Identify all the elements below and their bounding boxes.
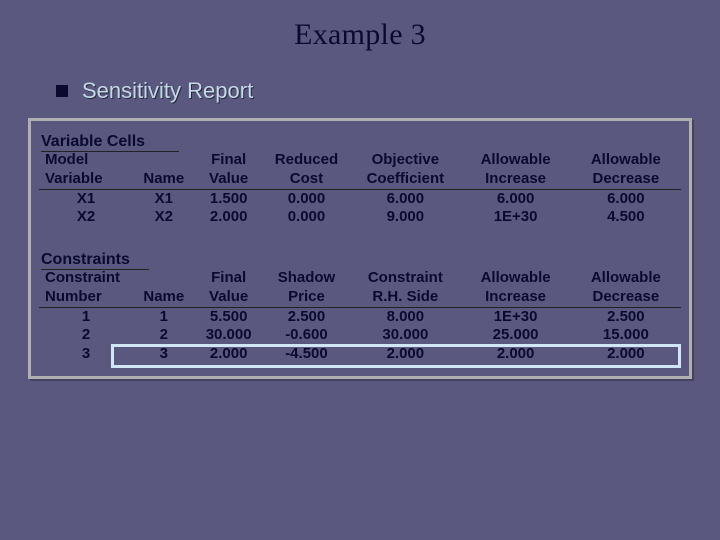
col-allow-inc: Allowable xyxy=(460,151,570,170)
subheading-text: Sensitivity Report xyxy=(82,78,253,104)
col-constraint-number: Constraint xyxy=(39,269,133,288)
section-label-constraints: Constraints xyxy=(41,251,149,270)
table-row: 2 2 30.000 -0.600 30.000 25.000 15.000 xyxy=(39,326,681,345)
report-box: Variable Cells Model Final Reduced Objec… xyxy=(28,118,692,379)
col-final-value: Final xyxy=(195,151,263,170)
col-obj-coef: Objective xyxy=(350,151,460,170)
col-name xyxy=(133,269,195,288)
table-row: 3 3 2.000 -4.500 2.000 2.000 2.000 xyxy=(39,345,681,364)
subheading: Sensitivity Report xyxy=(56,78,692,104)
table-header-row: Number Name Value Price R.H. Side Increa… xyxy=(39,288,681,307)
col-final-value: Final xyxy=(195,269,263,288)
table-header-row: Constraint Final Shadow Constraint Allow… xyxy=(39,269,681,288)
square-bullet-icon xyxy=(56,85,68,97)
table-header-row: Variable Name Value Cost Coefficient Inc… xyxy=(39,170,681,189)
section-label-variable-cells: Variable Cells xyxy=(41,133,179,152)
table-row: X1 X1 1.500 0.000 6.000 6.000 6.000 xyxy=(39,189,681,208)
col-model-variable: Model xyxy=(39,151,133,170)
col-allow-inc: Allowable xyxy=(460,269,570,288)
table-row: 1 1 5.500 2.500 8.000 1E+30 2.500 xyxy=(39,307,681,326)
variable-cells-table: Model Final Reduced Objective Allowable … xyxy=(39,151,681,227)
constraints-table: Constraint Final Shadow Constraint Allow… xyxy=(39,269,681,364)
col-shadow-price: Shadow xyxy=(263,269,351,288)
table-header-row: Model Final Reduced Objective Allowable … xyxy=(39,151,681,170)
col-rhs: Constraint xyxy=(350,269,460,288)
slide: Example 3 Sensitivity Report Variable Ce… xyxy=(0,0,720,540)
col-allow-dec: Allowable xyxy=(571,151,681,170)
table-row: X2 X2 2.000 0.000 9.000 1E+30 4.500 xyxy=(39,208,681,227)
col-allow-dec: Allowable xyxy=(571,269,681,288)
page-title: Example 3 xyxy=(28,18,692,52)
spacer xyxy=(39,227,681,249)
col-name xyxy=(133,151,195,170)
col-reduced-cost: Reduced xyxy=(263,151,351,170)
